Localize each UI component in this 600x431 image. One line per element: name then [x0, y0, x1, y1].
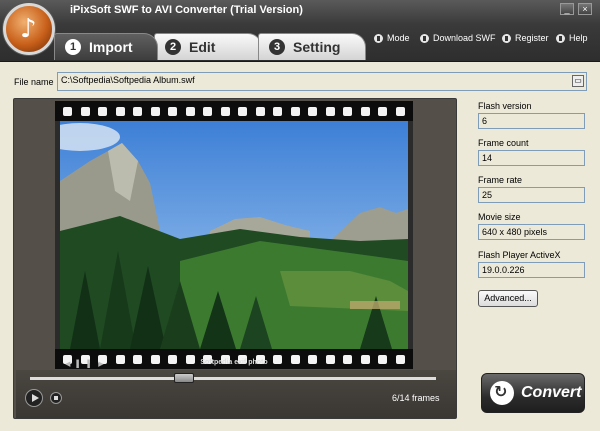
register-label: Register [515, 33, 549, 43]
tab-number-badge: 1 [65, 39, 81, 55]
open-folder-button[interactable]: ▭ [572, 75, 584, 87]
close-button[interactable]: × [578, 3, 592, 15]
tab-number-badge: 3 [269, 39, 285, 55]
register-icon [502, 33, 511, 43]
window-title: iPixSoft SWF to AVI Converter (Trial Ver… [70, 4, 303, 16]
play-button[interactable] [25, 389, 43, 407]
mode-icon [374, 33, 383, 43]
mode-link[interactable]: Mode [374, 33, 410, 43]
film-strip-top [55, 101, 413, 121]
frame-rate-field: 25 [478, 187, 585, 203]
preview-photo [60, 121, 408, 349]
mode-label: Mode [387, 33, 410, 43]
help-label: Help [569, 33, 588, 43]
flash-player-field: 19.0.0.226 [478, 262, 585, 278]
title-bar: ♪ iPixSoft SWF to AVI Converter (Trial V… [0, 0, 600, 62]
tab-edit[interactable]: 2 Edit [154, 33, 262, 60]
frame-rate-label: Frame rate [478, 175, 523, 185]
tab-import[interactable]: 1 Import [54, 33, 158, 60]
convert-button[interactable]: Convert [481, 373, 585, 413]
convert-icon [490, 381, 514, 405]
help-link[interactable]: Help [556, 33, 588, 43]
frame-count-label: Frame count [478, 138, 529, 148]
music-note-icon: ♪ [20, 14, 37, 44]
flash-player-label: Flash Player ActiveX [478, 250, 561, 260]
seek-thumb[interactable] [174, 373, 195, 383]
tab-label: Import [89, 39, 133, 55]
flash-version-field: 6 [478, 113, 585, 129]
stop-button[interactable] [50, 392, 62, 404]
tab-label: Edit [189, 39, 216, 55]
tab-setting[interactable]: 3 Setting [258, 33, 366, 60]
download-icon [420, 33, 429, 43]
file-name-field[interactable]: C:\Softpedia\Softpedia Album.swf [57, 72, 587, 91]
file-name-label: File name [14, 77, 54, 87]
photo-caption: Softpedia exif photo [200, 359, 268, 366]
download-swf-label: Download SWF [433, 33, 496, 43]
movie-size-field: 640 x 480 pixels [478, 224, 585, 240]
advanced-button[interactable]: Advanced... [478, 290, 538, 307]
convert-label: Convert [521, 384, 582, 401]
tab-label: Setting [293, 39, 341, 55]
frame-status: 6/14 frames [392, 393, 440, 403]
folder-icon: ▭ [574, 76, 582, 85]
preview-stage: ◀▌▌▶ Softpedia exif photo [55, 101, 413, 369]
minimize-button[interactable]: _ [560, 3, 574, 15]
download-swf-link[interactable]: Download SWF [420, 33, 496, 43]
frame-count-field: 14 [478, 150, 585, 166]
seek-track[interactable] [30, 377, 436, 380]
movie-size-label: Movie size [478, 212, 521, 222]
preview-player: ◀▌▌▶ Softpedia exif photo 6/14 frames [13, 98, 457, 419]
app-logo: ♪ [3, 3, 55, 55]
help-icon [556, 33, 565, 43]
tab-number-badge: 2 [165, 39, 181, 55]
flash-version-label: Flash version [478, 101, 532, 111]
register-link[interactable]: Register [502, 33, 549, 43]
